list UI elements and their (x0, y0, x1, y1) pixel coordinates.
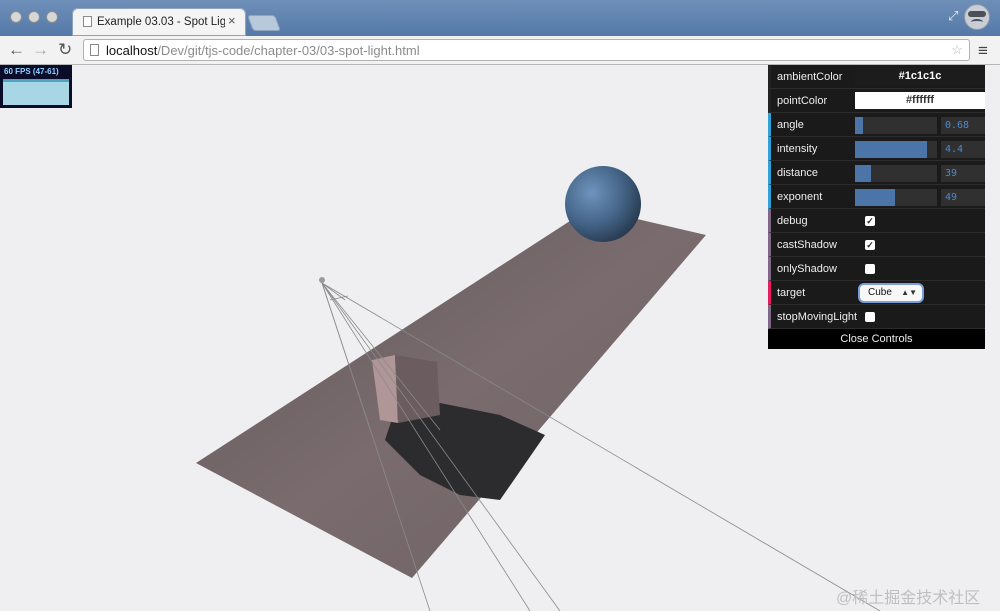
minimize-window-button[interactable] (28, 11, 40, 23)
fps-text: 60 FPS (47-61) (4, 67, 59, 76)
page-icon (90, 44, 99, 56)
fps-stats[interactable]: 60 FPS (47-61) (0, 65, 72, 108)
angle-slider[interactable] (855, 117, 937, 134)
control-intensity: intensity 4.4 (768, 137, 985, 161)
spotlight-marker (319, 277, 325, 283)
browser-toolbar: ← → ↻ localhost/Dev/git/tjs-code/chapter… (0, 36, 1000, 65)
tab-close-icon[interactable]: × (228, 13, 236, 28)
star-icon[interactable]: ☆ (951, 42, 963, 58)
incognito-icon (964, 4, 990, 30)
control-onlyshadow: onlyShadow (768, 257, 985, 281)
debug-checkbox[interactable]: ✓ (865, 216, 875, 226)
address-bar[interactable]: localhost/Dev/git/tjs-code/chapter-03/03… (83, 39, 970, 61)
watermark: @稀土掘金技术社区 (836, 590, 981, 607)
select-arrows-icon: ▲▼ (901, 288, 917, 297)
reload-icon[interactable]: ↻ (58, 40, 72, 60)
close-controls-button[interactable]: Close Controls (768, 329, 985, 349)
intensity-input[interactable]: 4.4 (941, 141, 985, 158)
target-select[interactable]: Cube ▲▼ (860, 285, 922, 301)
control-pointcolor: pointColor #ffffff (768, 89, 985, 113)
new-tab-button[interactable] (247, 15, 281, 31)
angle-input[interactable]: 0.68 (941, 117, 985, 134)
browser-tab[interactable]: Example 03.03 - Spot Light (72, 8, 246, 36)
expand-icon[interactable]: ⤢ (948, 8, 958, 24)
castshadow-checkbox[interactable]: ✓ (865, 240, 875, 250)
control-angle: angle 0.68 (768, 113, 985, 137)
sphere (565, 166, 641, 242)
pointcolor-swatch[interactable]: #ffffff (855, 92, 985, 109)
control-castshadow: castShadow ✓ (768, 233, 985, 257)
close-window-button[interactable] (10, 11, 22, 23)
onlyshadow-checkbox[interactable] (865, 264, 875, 274)
fps-graph (3, 79, 69, 105)
intensity-slider[interactable] (855, 141, 937, 158)
menu-icon[interactable]: ≡ (978, 41, 988, 61)
distance-input[interactable]: 39 (941, 165, 985, 182)
control-ambientcolor: ambientColor #1c1c1c (768, 65, 985, 89)
tab-title: Example 03.03 - Spot Light (97, 16, 225, 28)
cube-side (395, 355, 440, 423)
exponent-slider[interactable] (855, 189, 937, 206)
url-text: localhost/Dev/git/tjs-code/chapter-03/03… (106, 43, 420, 58)
distance-slider[interactable] (855, 165, 937, 182)
page-icon (83, 16, 92, 27)
control-stopmovinglight: stopMovingLight (768, 305, 985, 329)
control-distance: distance 39 (768, 161, 985, 185)
control-exponent: exponent 49 (768, 185, 985, 209)
ground-plane (196, 208, 706, 578)
browser-titlebar: Example 03.03 - Spot Light × ⤢ (0, 0, 1000, 36)
control-target: target Cube ▲▼ (768, 281, 985, 305)
stopmovinglight-checkbox[interactable] (865, 312, 875, 322)
ambientcolor-swatch[interactable]: #1c1c1c (855, 68, 985, 85)
control-debug: debug ✓ (768, 209, 985, 233)
forward-icon[interactable]: → (32, 40, 49, 60)
zoom-window-button[interactable] (46, 11, 58, 23)
exponent-input[interactable]: 49 (941, 189, 985, 206)
back-icon[interactable]: ← (8, 40, 25, 60)
controls-panel: ambientColor #1c1c1c pointColor #ffffff … (768, 65, 985, 349)
